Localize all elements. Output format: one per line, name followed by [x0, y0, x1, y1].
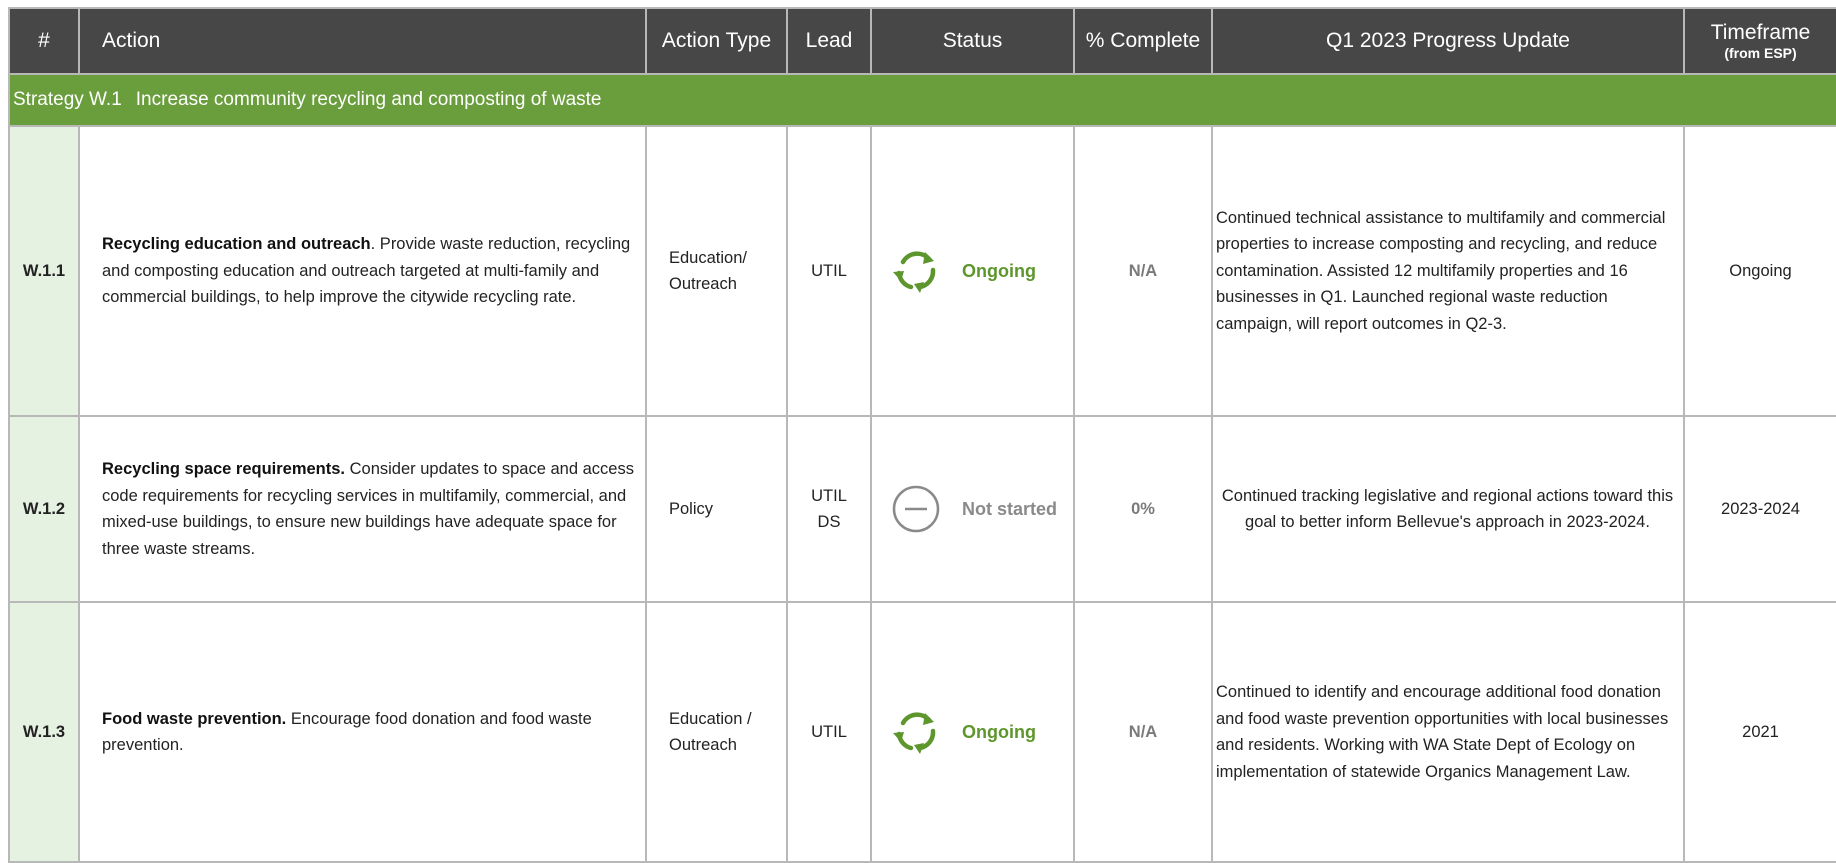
header-pct-complete: % Complete [1073, 7, 1213, 75]
action-type: Education / Outreach [645, 601, 788, 863]
header-lead: Lead [786, 7, 872, 75]
table-row: W.1.2 Recycling space requirements. Cons… [8, 415, 1836, 603]
header-row: # Action Action Type Lead Status % Compl… [8, 7, 1836, 75]
pct-complete: N/A [1073, 125, 1213, 417]
action-type: Policy [645, 415, 788, 603]
lead-secondary: DS [817, 513, 841, 531]
action-title: Recycling education and outreach [102, 235, 371, 254]
status-label: Ongoing [962, 721, 1036, 742]
strategy-row: Strategy W.1 Increase community recycling… [8, 73, 1836, 127]
lead: UTIL DS [786, 415, 872, 603]
action-type: Education/ Outreach [645, 125, 788, 417]
status-label: Not started [962, 498, 1058, 519]
action-number: W.1.2 [8, 415, 80, 603]
table-row: W.1.1 Recycling education and outreach. … [8, 125, 1836, 417]
status-cell: Not started [870, 415, 1075, 603]
strategy-cell: Strategy W.1 Increase community recycling… [8, 73, 1836, 127]
table-row: W.1.3 Food waste prevention. Encourage f… [8, 601, 1836, 863]
minus-circle-icon [890, 483, 942, 535]
status-label: Ongoing [962, 260, 1036, 281]
header-num: # [8, 7, 80, 75]
header-action: Action [78, 7, 647, 75]
header-status: Status [870, 7, 1075, 75]
recycle-arrows-icon [890, 245, 942, 297]
header-timeframe: Timeframe (from ESP) [1683, 7, 1836, 75]
strategy-code: Strategy W.1 [13, 89, 122, 110]
strategy-title: Increase community recycling and compost… [135, 89, 602, 110]
header-timeframe-label: Timeframe [1710, 21, 1811, 44]
lead-primary: UTIL [811, 486, 847, 505]
timeframe: 2023-2024 [1683, 415, 1836, 603]
action-title: Food waste prevention. [102, 709, 287, 728]
action-description: Recycling space requirements. Consider u… [78, 415, 647, 603]
pct-complete: N/A [1073, 601, 1213, 863]
progress-update: Continued tracking legislative and regio… [1211, 415, 1685, 603]
timeframe: 2021 [1683, 601, 1836, 863]
action-title: Recycling space requirements. [102, 460, 346, 478]
lead: UTIL [786, 125, 872, 417]
status-cell: Ongoing [870, 601, 1075, 863]
pct-complete: 0% [1073, 415, 1213, 603]
header-progress-update: Q1 2023 Progress Update [1211, 7, 1685, 75]
progress-update: Continued technical assistance to multif… [1211, 125, 1685, 417]
lead: UTIL [786, 601, 872, 863]
header-action-type: Action Type [645, 7, 788, 75]
status-cell: Ongoing [870, 125, 1075, 417]
action-description: Food waste prevention. Encourage food do… [78, 601, 647, 863]
action-number: W.1.1 [8, 125, 80, 417]
progress-update: Continued to identify and encourage addi… [1211, 601, 1685, 863]
action-description: Recycling education and outreach. Provid… [78, 125, 647, 417]
action-plan-table: # Action Action Type Lead Status % Compl… [8, 7, 1836, 863]
header-timeframe-sub: (from ESP) [1724, 45, 1797, 61]
timeframe: Ongoing [1683, 125, 1836, 417]
action-number: W.1.3 [8, 601, 80, 863]
recycle-arrows-icon [890, 706, 942, 758]
